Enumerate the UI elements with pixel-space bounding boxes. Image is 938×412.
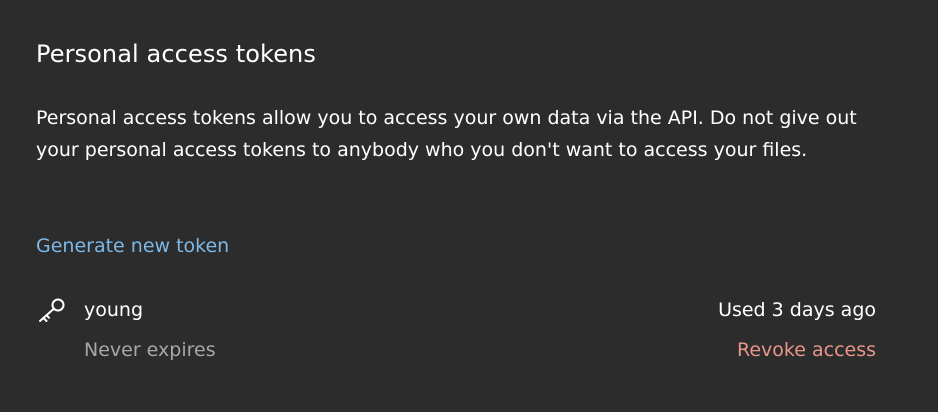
token-name: young — [84, 299, 144, 321]
token-expiry: Never expires — [84, 339, 216, 361]
token-last-used: Used 3 days ago — [718, 299, 876, 321]
key-icon — [36, 297, 66, 325]
personal-access-tokens-panel: Personal access tokens Personal access t… — [0, 0, 938, 412]
section-description: Personal access tokens allow you to acce… — [36, 107, 857, 161]
token-item: young Never expires Used 3 days ago Revo… — [36, 294, 876, 374]
generate-new-token-link[interactable]: Generate new token — [36, 230, 229, 262]
section-title: Personal access tokens — [36, 40, 316, 68]
revoke-access-link[interactable]: Revoke access — [737, 334, 876, 366]
